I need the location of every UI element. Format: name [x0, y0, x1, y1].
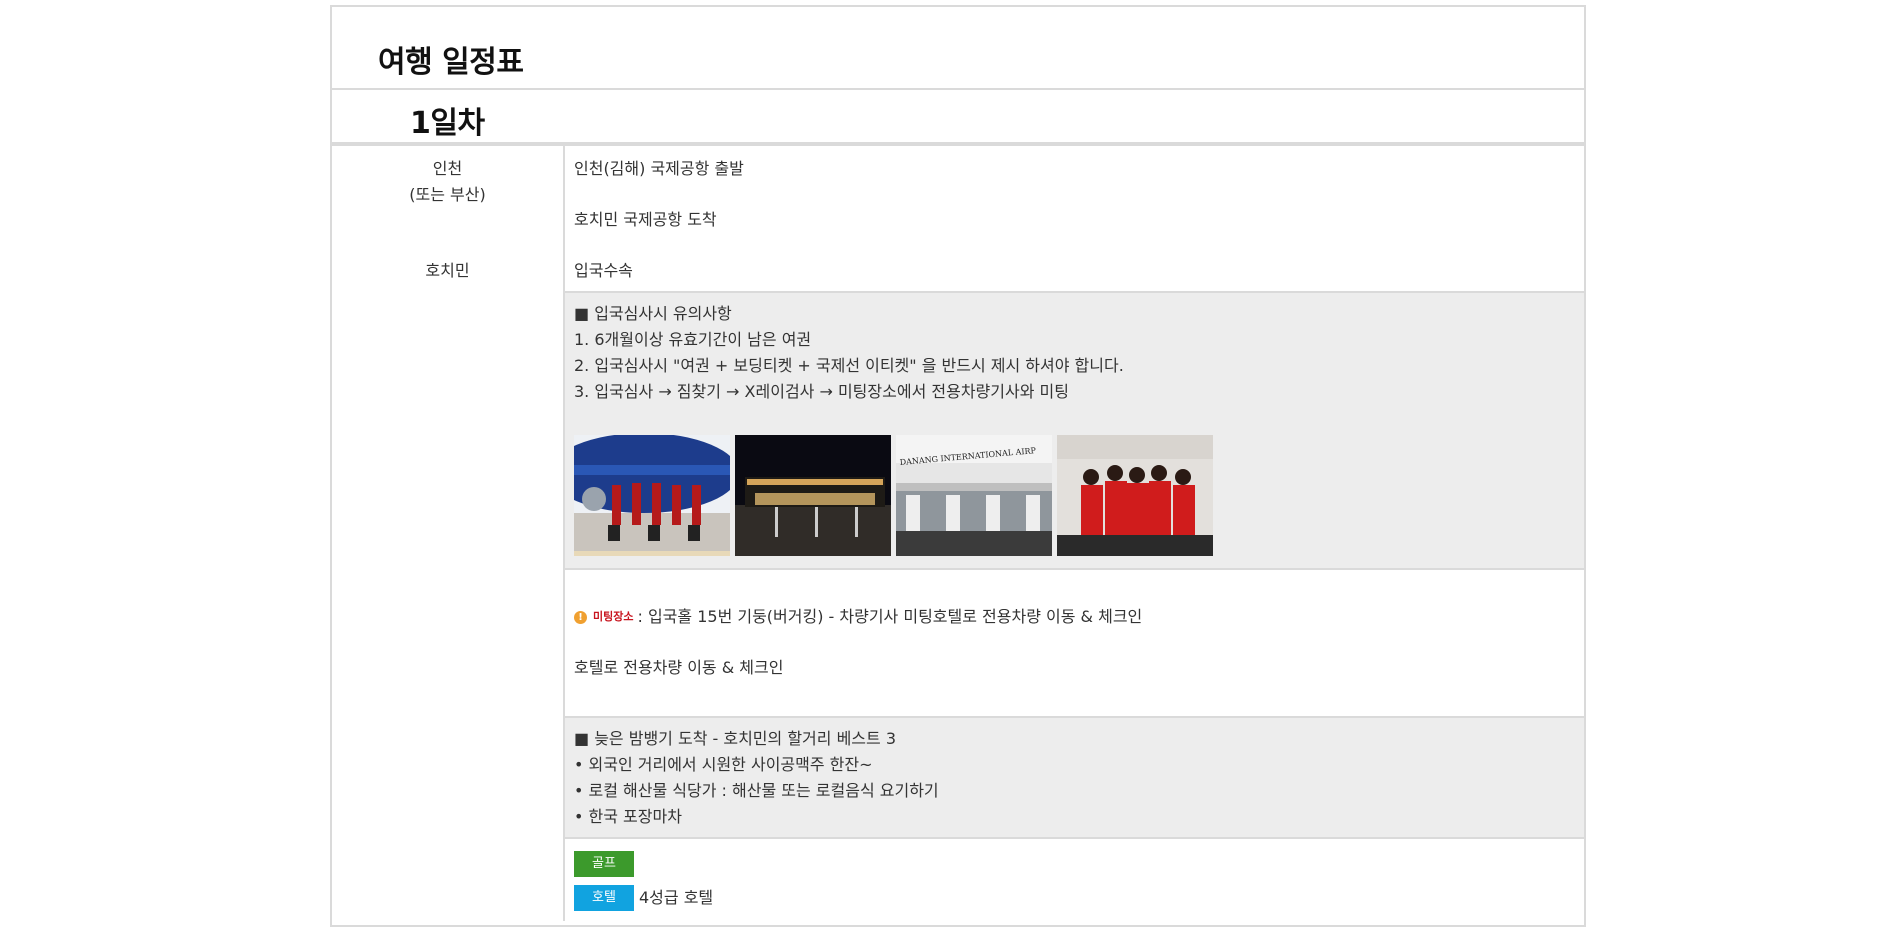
hotel-tag: 호텔: [574, 885, 634, 911]
meeting-section: ! 미팅장소 : 입국홀 15번 기둥(버거킹) - 차량기사 미팅호텔로 전용…: [565, 570, 1584, 718]
tips-item: • 로컬 해산물 식당가 : 해산물 또는 로컬음식 요기하기: [574, 781, 939, 800]
content-column: 인천(김해) 국제공항 출발 호치민 국제공항 도착 입국수속 ■ 입국심사시 …: [565, 146, 1584, 921]
origin-location: 인천 (또는 부산): [332, 156, 563, 208]
tips-item: • 외국인 거리에서 시원한 사이공맥주 한잔~: [574, 755, 873, 774]
notes-item: 1. 6개월이상 유효기간이 남은 여권: [574, 330, 812, 349]
day-title: 1일차: [410, 106, 485, 141]
airline-crew-photo: [574, 435, 730, 556]
origin-line1: 인천: [432, 159, 463, 178]
day-body: 인천 (또는 부산) 호치민 인천(김해) 국제공항 출발 호치민 국제공항 도…: [332, 146, 1584, 921]
location-column: 인천 (또는 부산) 호치민: [332, 146, 565, 921]
night-tips-section: ■ 늦은 밤뱅기 도착 - 호치민의 할거리 베스트 3 • 외국인 거리에서 …: [565, 718, 1584, 839]
meeting-text: : 입국홀 15번 기둥(버거킹) - 차량기사 미팅호텔로 전용차량 이동 &…: [637, 607, 1143, 626]
page-title: 여행 일정표: [378, 45, 524, 80]
departure-text: 인천(김해) 국제공항 출발: [574, 159, 744, 178]
origin-line2: (또는 부산): [409, 185, 486, 204]
tags-section: 골프 호텔 4성급 호텔: [565, 839, 1584, 911]
day-row: 1일차: [332, 90, 1584, 146]
notes-item: 2. 입국심사시 "여권 + 보딩티켓 + 국제선 이티켓" 을 반드시 제시 …: [574, 356, 1124, 375]
itinerary-table: 여행 일정표 1일차 인천 (또는 부산) 호치민 인천(김해) 국제공항 출발…: [330, 5, 1586, 927]
arrival-text: 호치민 국제공항 도착: [574, 210, 717, 229]
info-icon: !: [574, 610, 587, 624]
airport-night-photo: [735, 435, 891, 556]
arrival-location: 호치민: [425, 261, 470, 280]
tips-item: • 한국 포장마차: [574, 807, 682, 826]
immigration-notes: ■ 입국심사시 유의사항 1. 6개월이상 유효기간이 남은 여권 2. 입국심…: [565, 293, 1584, 570]
meeting-label: 미팅장소: [593, 610, 634, 623]
golf-tag: 골프: [574, 851, 634, 877]
meeting-line: ! 미팅장소 : 입국홀 15번 기둥(버거킹) - 차량기사 미팅호텔로 전용…: [574, 604, 1584, 630]
transfer-text: 호텔로 전용차량 이동 & 체크인: [574, 658, 784, 677]
cabin-crew-photo: [1057, 435, 1213, 556]
notes-heading: ■ 입국심사시 유의사항: [574, 304, 732, 323]
schedule-section: 인천(김해) 국제공항 출발 호치민 국제공항 도착 입국수속: [565, 146, 1584, 293]
photo-strip: DANANG INTERNATIONAL AIRP: [574, 435, 1584, 556]
airport-terminal-photo: DANANG INTERNATIONAL AIRP: [896, 435, 1052, 556]
golf-row: 골프: [574, 851, 1584, 877]
hotel-text: 4성급 호텔: [639, 888, 714, 907]
notes-item: 3. 입국심사 → 짐찾기 → X레이검사 → 미팅장소에서 전용차량기사와 미…: [574, 382, 1069, 401]
title-row: 여행 일정표: [332, 7, 1584, 90]
tips-heading: ■ 늦은 밤뱅기 도착 - 호치민의 할거리 베스트 3: [574, 729, 896, 748]
hotel-row: 호텔 4성급 호텔: [574, 885, 1584, 911]
